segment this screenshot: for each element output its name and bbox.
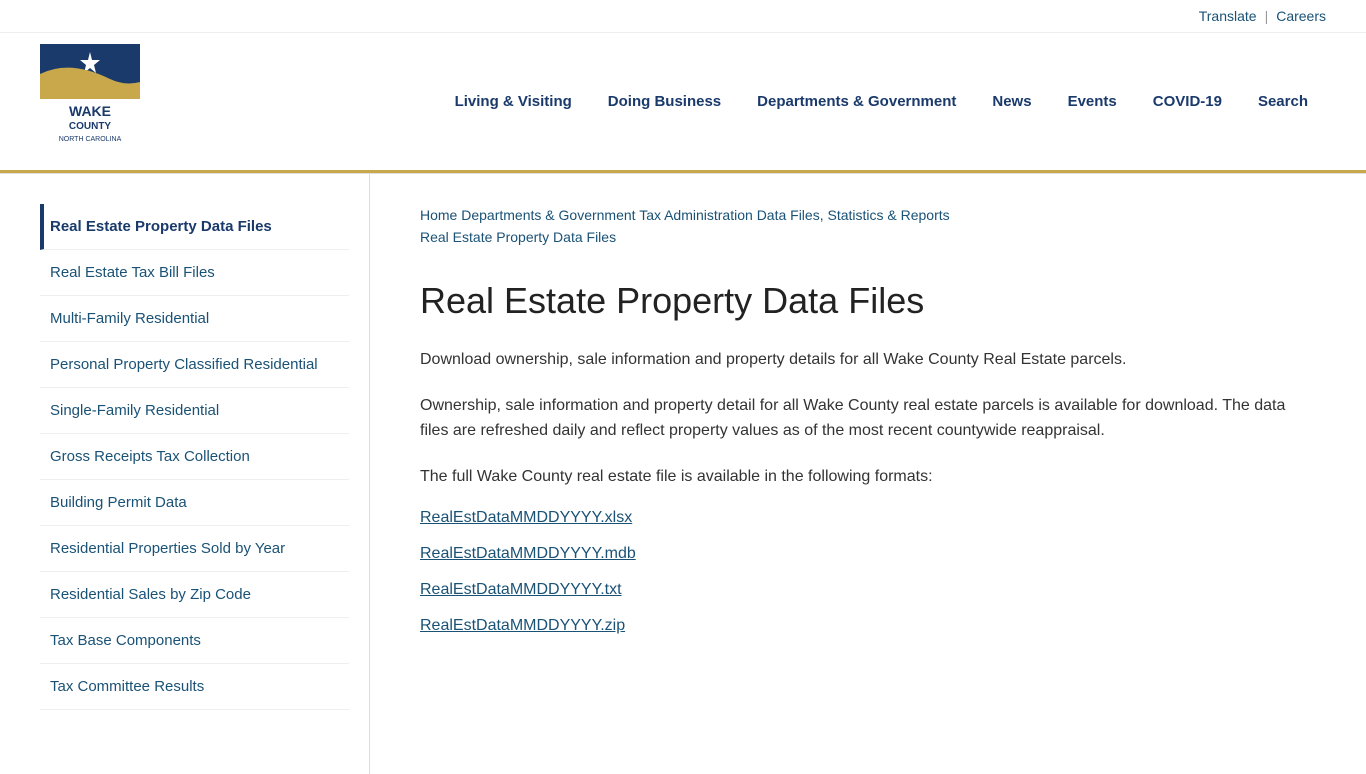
site-header: WAKE COUNTY NORTH CAROLINA Living & Visi… <box>0 33 1366 173</box>
sidebar-item-multi-family-residential[interactable]: Multi-Family Residential <box>40 296 349 342</box>
nav-departments-government[interactable]: Departments & Government <box>739 83 974 120</box>
nav-living-visiting[interactable]: Living & Visiting <box>437 83 590 120</box>
content-wrapper: Real Estate Property Data Files Real Est… <box>0 174 1366 774</box>
logo-area[interactable]: WAKE COUNTY NORTH CAROLINA <box>40 44 140 159</box>
nav-search[interactable]: Search <box>1240 83 1326 120</box>
page-title: Real Estate Property Data Files <box>420 279 1316 322</box>
sidebar-item-tax-base-components[interactable]: Tax Base Components <box>40 618 349 664</box>
svg-text:WAKE: WAKE <box>69 103 111 119</box>
breadcrumb-tax-admin[interactable]: Tax Administration <box>639 207 753 223</box>
sidebar-item-tax-committee-results[interactable]: Tax Committee Results <box>40 664 349 710</box>
sidebar-item-gross-receipts-tax[interactable]: Gross Receipts Tax Collection <box>40 434 349 480</box>
sidebar-item-residential-sales-zip[interactable]: Residential Sales by Zip Code <box>40 572 349 618</box>
breadcrumb-data-files[interactable]: Data Files, Statistics & Reports <box>757 207 950 223</box>
nav-doing-business[interactable]: Doing Business <box>590 83 739 120</box>
nav-events[interactable]: Events <box>1050 83 1135 120</box>
sidebar-item-personal-property-classified[interactable]: Personal Property Classified Residential <box>40 342 349 388</box>
top-bar-separator: | <box>1265 8 1269 24</box>
breadcrumb-departments[interactable]: Departments & Government <box>461 207 635 223</box>
file-link-xlsx[interactable]: RealEstDataMMDDYYYY.xlsx <box>420 509 1316 527</box>
careers-link[interactable]: Careers <box>1276 8 1326 24</box>
breadcrumb-home[interactable]: Home <box>420 207 457 223</box>
wake-county-logo: WAKE COUNTY NORTH CAROLINA <box>40 44 140 154</box>
main-nav: Living & Visiting Doing Business Departm… <box>180 83 1326 120</box>
nav-covid19[interactable]: COVID-19 <box>1135 83 1240 120</box>
body-paragraph-3: The full Wake County real estate file is… <box>420 464 1316 490</box>
sidebar-item-residential-properties-sold[interactable]: Residential Properties Sold by Year <box>40 526 349 572</box>
sidebar-item-real-estate-data-files[interactable]: Real Estate Property Data Files <box>40 204 349 250</box>
translate-link[interactable]: Translate <box>1199 8 1257 24</box>
top-bar: Translate | Careers <box>0 0 1366 33</box>
intro-paragraph: Download ownership, sale information and… <box>420 347 1316 373</box>
sidebar-item-real-estate-tax-bill[interactable]: Real Estate Tax Bill Files <box>40 250 349 296</box>
breadcrumb: Home Departments & Government Tax Admini… <box>420 204 1316 249</box>
sidebar-item-single-family-residential[interactable]: Single-Family Residential <box>40 388 349 434</box>
main-content: Home Departments & Government Tax Admini… <box>370 174 1366 774</box>
body-paragraph-2: Ownership, sale information and property… <box>420 393 1316 444</box>
sidebar-item-building-permit-data[interactable]: Building Permit Data <box>40 480 349 526</box>
nav-news[interactable]: News <box>974 83 1049 120</box>
file-link-zip[interactable]: RealEstDataMMDDYYYY.zip <box>420 617 1316 635</box>
file-link-txt[interactable]: RealEstDataMMDDYYYY.txt <box>420 581 1316 599</box>
file-link-mdb[interactable]: RealEstDataMMDDYYYY.mdb <box>420 545 1316 563</box>
sidebar: Real Estate Property Data Files Real Est… <box>0 174 370 774</box>
breadcrumb-real-estate-files[interactable]: Real Estate Property Data Files <box>420 229 616 245</box>
svg-text:NORTH CAROLINA: NORTH CAROLINA <box>59 136 122 143</box>
svg-text:COUNTY: COUNTY <box>69 121 112 132</box>
